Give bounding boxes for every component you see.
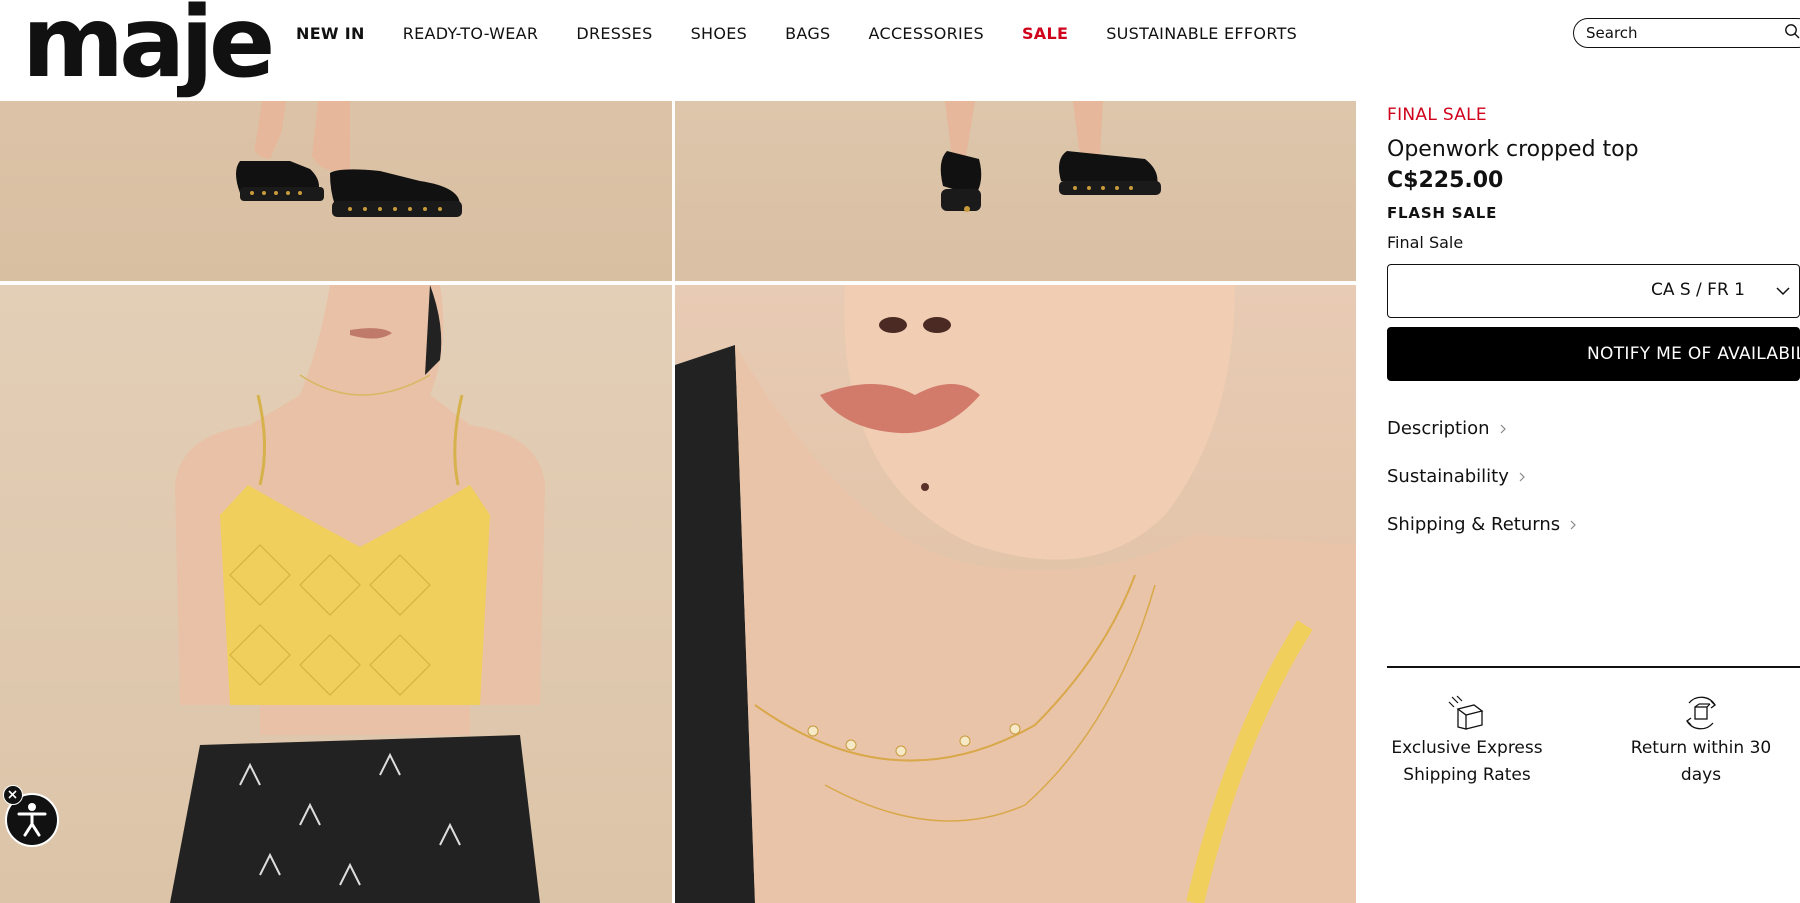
- product-panel: FINAL SALE Openwork cropped top C$225.00…: [1387, 101, 1800, 903]
- chevron-right-icon: [1500, 424, 1506, 433]
- product-gallery: [0, 101, 1356, 903]
- return-box-icon: [1686, 696, 1716, 730]
- accessibility-close-button[interactable]: [3, 785, 23, 805]
- nav-bags[interactable]: BAGS: [785, 24, 830, 43]
- brand-logo[interactable]: maje: [22, 0, 275, 92]
- product-image-shoes-front[interactable]: [0, 101, 672, 281]
- chevron-right-icon: [1570, 520, 1576, 529]
- accordion-description[interactable]: Description: [1387, 418, 1508, 439]
- product-image-closeup[interactable]: [675, 285, 1356, 903]
- size-select[interactable]: CA S / FR 1: [1387, 264, 1800, 318]
- nav-new-in[interactable]: NEW IN: [296, 24, 365, 43]
- chevron-down-icon: [1776, 287, 1790, 296]
- size-selected-value: CA S / FR 1: [1650, 280, 1745, 300]
- flash-sale-badge: FLASH SALE: [1387, 204, 1498, 222]
- site-header: maje NEW IN READY-TO-WEAR DRESSES SHOES …: [0, 0, 1800, 101]
- perk-shipping-label: Exclusive Express Shipping Rates: [1391, 738, 1543, 785]
- accordion-shipping-returns-label: Shipping & Returns: [1387, 514, 1561, 535]
- product-price: C$225.00: [1387, 168, 1504, 193]
- accordion-shipping-returns[interactable]: Shipping & Returns: [1387, 514, 1578, 535]
- nav-shoes[interactable]: SHOES: [691, 24, 748, 43]
- box-icon: [1448, 695, 1484, 730]
- section-divider: [1387, 666, 1800, 668]
- product-image-shoes-back[interactable]: [675, 101, 1356, 281]
- perk-shipping: Exclusive Express Shipping Rates: [1387, 695, 1547, 789]
- search-input[interactable]: [1586, 24, 1776, 42]
- close-icon: [8, 790, 17, 799]
- nav-sale[interactable]: SALE: [1022, 24, 1068, 43]
- chevron-right-icon: [1519, 472, 1525, 481]
- nav-sustainable-efforts[interactable]: SUSTAINABLE EFFORTS: [1106, 24, 1297, 43]
- product-title: Openwork cropped top: [1387, 137, 1639, 162]
- nav-accessories[interactable]: ACCESSORIES: [869, 24, 984, 43]
- final-sale-label: FINAL SALE: [1387, 105, 1487, 125]
- search-box: [1573, 18, 1800, 48]
- accordion-sustainability-label: Sustainability: [1387, 466, 1509, 487]
- accordion-sustainability[interactable]: Sustainability: [1387, 466, 1527, 487]
- nav-ready-to-wear[interactable]: READY-TO-WEAR: [403, 24, 539, 43]
- main-nav: NEW IN READY-TO-WEAR DRESSES SHOES BAGS …: [296, 24, 1335, 43]
- product-image-model-front[interactable]: [0, 285, 672, 903]
- nav-dresses[interactable]: DRESSES: [576, 24, 652, 43]
- final-sale-note: Final Sale: [1387, 233, 1464, 252]
- perk-return-label: Return within 30 days: [1630, 738, 1772, 785]
- search-icon[interactable]: [1784, 23, 1800, 39]
- perk-return: Return within 30 days: [1621, 695, 1781, 789]
- accordion-description-label: Description: [1387, 418, 1490, 439]
- notify-availability-button[interactable]: NOTIFY ME OF AVAILABILITY: [1387, 327, 1800, 381]
